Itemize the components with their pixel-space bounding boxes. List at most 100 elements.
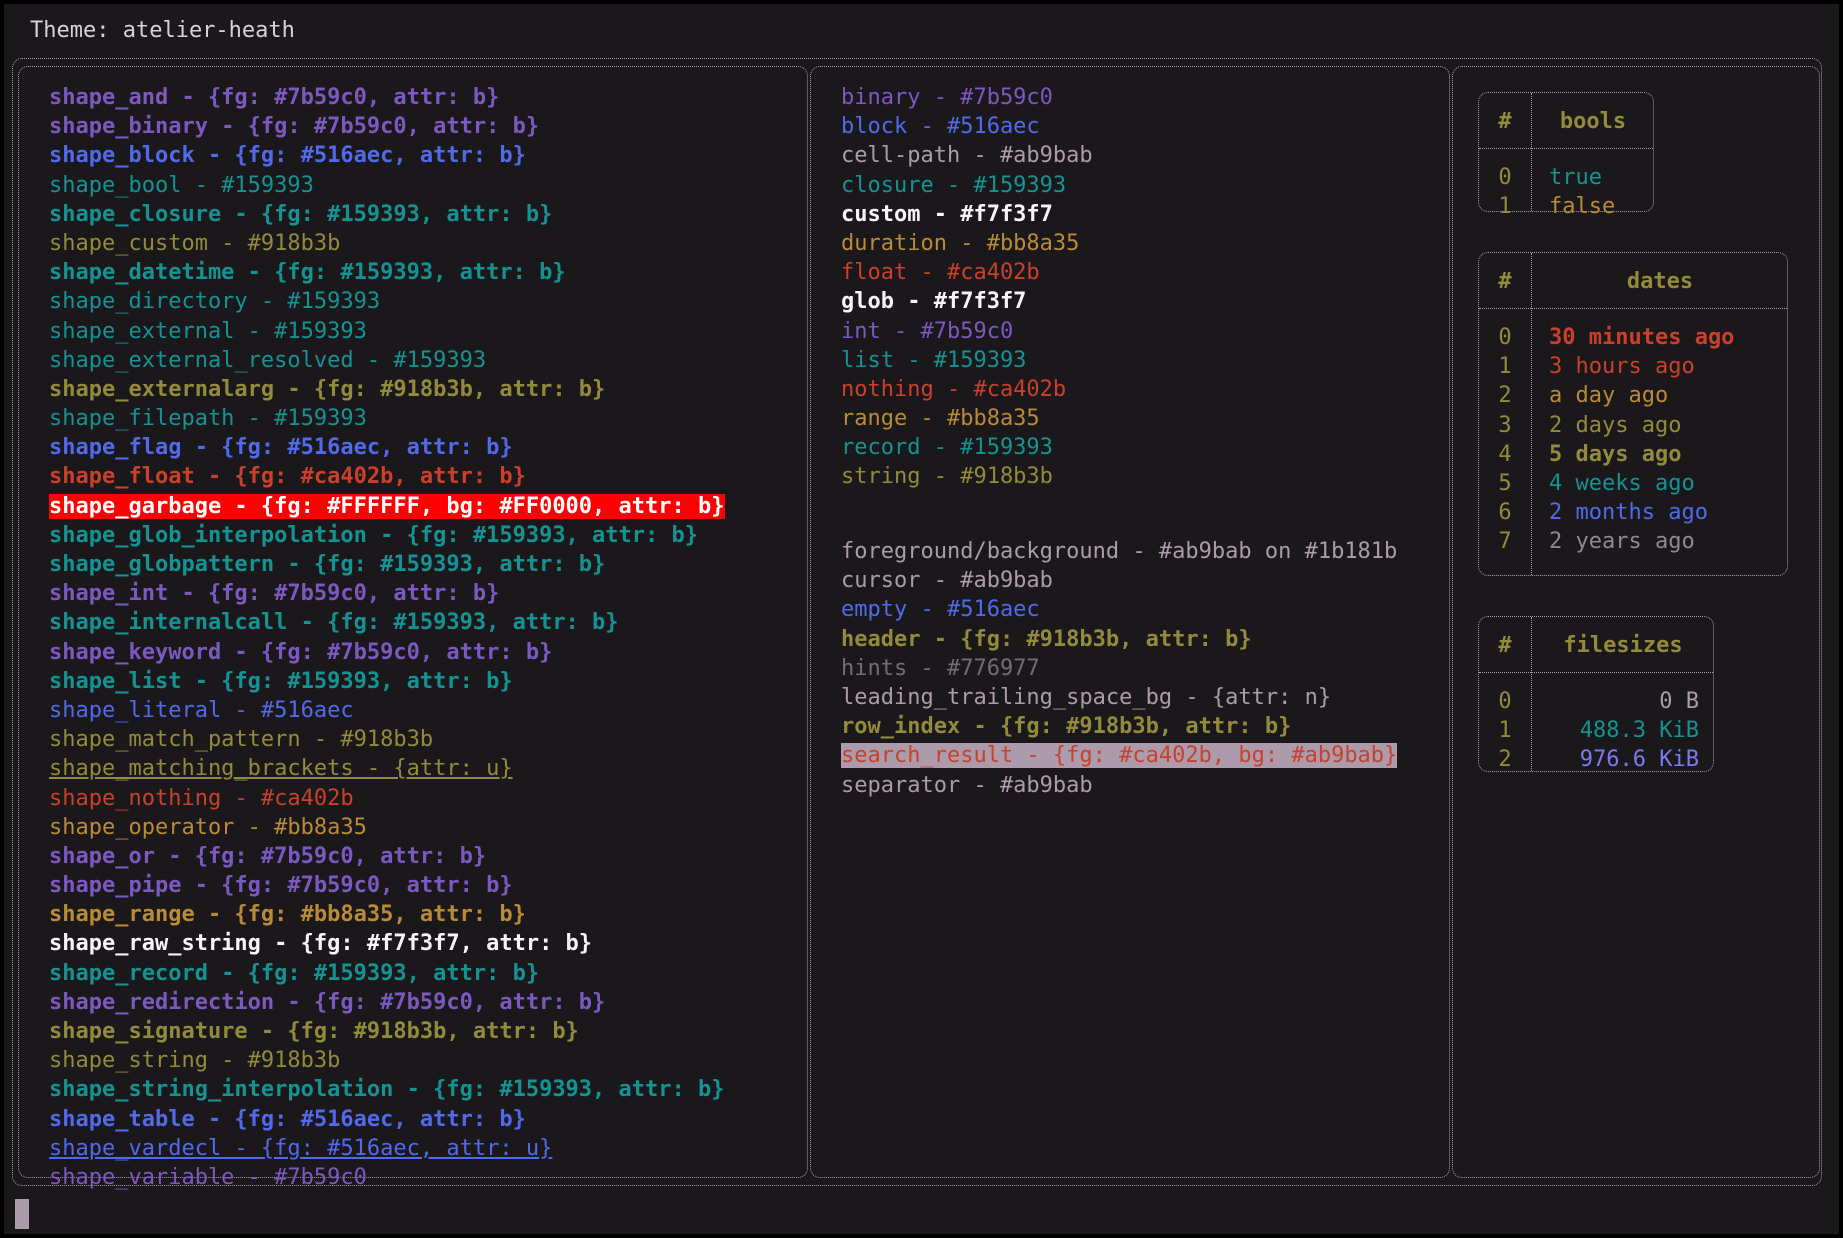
theme-entry-text: shape_glob_interpolation - {fg: #159393,… bbox=[49, 522, 699, 548]
table-row-index: 5 bbox=[1498, 471, 1512, 496]
theme-entry-text: string - #918b3b bbox=[841, 464, 1053, 490]
theme-entry-text: shape_and - {fg: #7b59c0, attr: b} bbox=[49, 85, 500, 110]
theme-entry-text: shape_table - {fg: #516aec, attr: b} bbox=[49, 1106, 526, 1132]
theme-entry-text: closure - #159393 bbox=[841, 172, 1067, 198]
theme-entry: shape_operator - #bb8a35 bbox=[49, 813, 725, 842]
table-header-divider bbox=[1479, 308, 1787, 309]
theme-entry: record - #159393 bbox=[841, 433, 1093, 462]
table-value-header: dates bbox=[1626, 269, 1694, 294]
theme-entry: shape_literal - #516aec bbox=[49, 696, 725, 725]
theme-entry-text: shape_or - {fg: #7b59c0, attr: b} bbox=[49, 843, 487, 869]
theme-entry: shape_table - {fg: #516aec, attr: b} bbox=[49, 1105, 725, 1134]
theme-entry: shape_directory - #159393 bbox=[49, 287, 725, 316]
table-cell: 2 months ago bbox=[1549, 500, 1708, 526]
table-cell: true bbox=[1549, 165, 1602, 190]
table-row-index: 7 bbox=[1498, 529, 1512, 555]
theme-entry: shape_bool - #159393 bbox=[49, 171, 725, 200]
theme-entry-text: shape_closure - {fg: #159393, attr: b} bbox=[49, 201, 553, 227]
table-row-index: 2 bbox=[1498, 383, 1512, 409]
theme-entry-text: range - #bb8a35 bbox=[841, 406, 1040, 432]
ui-elements-list: foreground/background - #ab9bab on #1b18… bbox=[841, 537, 1398, 800]
theme-entry-text: int - #7b59c0 bbox=[841, 318, 1014, 344]
table-cell: 0 B bbox=[1659, 689, 1699, 714]
theme-entry: shape_string - #918b3b bbox=[49, 1046, 725, 1075]
theme-entry-text: shape_variable - #7b59c0 bbox=[49, 1164, 367, 1190]
theme-entry: shape_internalcall - {fg: #159393, attr:… bbox=[49, 608, 725, 637]
theme-entry: search_result - {fg: #ca402b, bg: #ab9ba… bbox=[841, 741, 1398, 770]
theme-entry: nothing - #ca402b bbox=[841, 375, 1093, 404]
table-column-divider bbox=[1531, 253, 1532, 575]
table-row-index: 1 bbox=[1498, 718, 1512, 744]
panel-types-and-ui: binary - #7b59c0 block - #516aec cell-path… bbox=[810, 66, 1450, 1178]
theme-entry: closure - #159393 bbox=[841, 171, 1093, 200]
theme-entry: shape_binary - {fg: #7b59c0, attr: b} bbox=[49, 112, 725, 141]
table-index-header: # bbox=[1498, 269, 1512, 294]
theme-entry: duration - #bb8a35 bbox=[841, 229, 1093, 258]
theme-entry-text: glob - #f7f3f7 bbox=[841, 289, 1027, 315]
theme-entry-text: shape_string_interpolation - {fg: #15939… bbox=[49, 1077, 725, 1103]
theme-entry: empty - #516aec bbox=[841, 595, 1397, 624]
theme-entry-text: shape_int - {fg: #7b59c0, attr: b} bbox=[49, 581, 500, 607]
shapes-list: shape_and - {fg: #7b59c0, attr: b} shape_… bbox=[49, 83, 725, 1192]
theme-entry-text: shape_match_pattern - #918b3b bbox=[49, 727, 434, 753]
filesizes-table: # filesizes 0 0 B 1 488.3 KiB 2 976.6 KiB bbox=[1478, 616, 1714, 772]
dates-table: # dates 0 30 minutes ago 1 3 hours ago 2 a day … bbox=[1478, 252, 1788, 576]
theme-entry-text: shape_signature - {fg: #918b3b, attr: b} bbox=[49, 1019, 579, 1044]
theme-entry-text: shape_raw_string - {fg: #f7f3f7, attr: b… bbox=[49, 931, 593, 957]
theme-entry: custom - #f7f3f7 bbox=[841, 200, 1093, 229]
theme-entry-text: list - #159393 bbox=[841, 347, 1027, 373]
theme-entry-text: shape_redirection - {fg: #7b59c0, attr: … bbox=[49, 989, 606, 1015]
table-cell: 5 days ago bbox=[1549, 441, 1682, 467]
theme-entry-text: shape_keyword - {fg: #7b59c0, attr: b} bbox=[49, 639, 553, 665]
theme-entry-text: block - #516aec bbox=[841, 114, 1040, 140]
table-header-divider bbox=[1479, 672, 1713, 673]
theme-entry-text: empty - #516aec bbox=[841, 597, 1040, 623]
theme-entry: shape_and - {fg: #7b59c0, attr: b} bbox=[49, 83, 725, 112]
theme-entry-text: shape_operator - #bb8a35 bbox=[49, 814, 367, 840]
theme-entry-text: cursor - #ab9bab bbox=[841, 568, 1053, 594]
table-row-index: 0 bbox=[1498, 325, 1512, 350]
theme-entry: shape_external_resolved - #159393 bbox=[49, 346, 725, 375]
theme-entry: range - #bb8a35 bbox=[841, 404, 1093, 433]
theme-entry-text: shape_float - {fg: #ca402b, attr: b} bbox=[49, 464, 526, 490]
theme-entry-text: separator - #ab9bab bbox=[841, 772, 1093, 798]
theme-entry: shape_glob_interpolation - {fg: #159393,… bbox=[49, 521, 725, 550]
theme-entry-text: nothing - #ca402b bbox=[841, 376, 1067, 402]
theme-entry-text: record - #159393 bbox=[841, 435, 1053, 461]
table-row-index: 0 bbox=[1498, 165, 1512, 190]
table-row-index: 2 bbox=[1498, 747, 1512, 773]
theme-entry-text: shape_vardecl - {fg: #516aec, attr: u} bbox=[49, 1135, 553, 1161]
theme-entry-text: shape_external - #159393 bbox=[49, 318, 367, 344]
theme-entry: shape_or - {fg: #7b59c0, attr: b} bbox=[49, 842, 725, 871]
theme-entry-text: leading_trailing_space_bg - {attr: n} bbox=[841, 684, 1332, 710]
table-row-index: 0 bbox=[1498, 689, 1512, 714]
theme-entry: shape_external - #159393 bbox=[49, 317, 725, 346]
theme-entry: shape_matching_brackets - {attr: u} bbox=[49, 754, 725, 783]
table-index-header: # bbox=[1498, 109, 1512, 134]
terminal-cursor bbox=[15, 1199, 29, 1229]
theme-entry: shape_keyword - {fg: #7b59c0, attr: b} bbox=[49, 638, 725, 667]
theme-entry-text: shape_directory - #159393 bbox=[49, 289, 381, 315]
theme-entry: shape_range - {fg: #bb8a35, attr: b} bbox=[49, 900, 725, 929]
theme-entry: shape_redirection - {fg: #7b59c0, attr: … bbox=[49, 988, 725, 1017]
theme-entry-text: shape_bool - #159393 bbox=[49, 172, 314, 198]
theme-entry: shape_raw_string - {fg: #f7f3f7, attr: b… bbox=[49, 929, 725, 958]
table-cell: 2 years ago bbox=[1549, 529, 1695, 555]
theme-entry: int - #7b59c0 bbox=[841, 317, 1093, 346]
theme-entry-text: shape_externalarg - {fg: #918b3b, attr: … bbox=[49, 376, 606, 402]
table-row-index: 1 bbox=[1498, 194, 1512, 220]
table-row-index: 6 bbox=[1498, 500, 1512, 526]
theme-entry-text: shape_datetime - {fg: #159393, attr: b} bbox=[49, 260, 566, 286]
theme-entry-text: shape_literal - #516aec bbox=[49, 697, 354, 723]
theme-entry: shape_signature - {fg: #918b3b, attr: b} bbox=[49, 1017, 725, 1046]
theme-entry-text: shape_garbage - {fg: #FFFFFF, bg: #FF000… bbox=[49, 493, 725, 519]
table-cell: 30 minutes ago bbox=[1549, 325, 1735, 350]
theme-entry: shape_globpattern - {fg: #159393, attr: … bbox=[49, 550, 725, 579]
table-cell: 2 days ago bbox=[1549, 412, 1682, 438]
theme-entry: shape_datetime - {fg: #159393, attr: b} bbox=[49, 258, 725, 287]
theme-entry: binary - #7b59c0 bbox=[841, 83, 1093, 112]
theme-entry-text: shape_flag - {fg: #516aec, attr: b} bbox=[49, 435, 513, 461]
theme-entry-text: search_result - {fg: #ca402b, bg: #ab9ba… bbox=[841, 743, 1398, 769]
theme-entry: shape_custom - #918b3b bbox=[49, 229, 725, 258]
theme-entry: string - #918b3b bbox=[841, 462, 1093, 491]
